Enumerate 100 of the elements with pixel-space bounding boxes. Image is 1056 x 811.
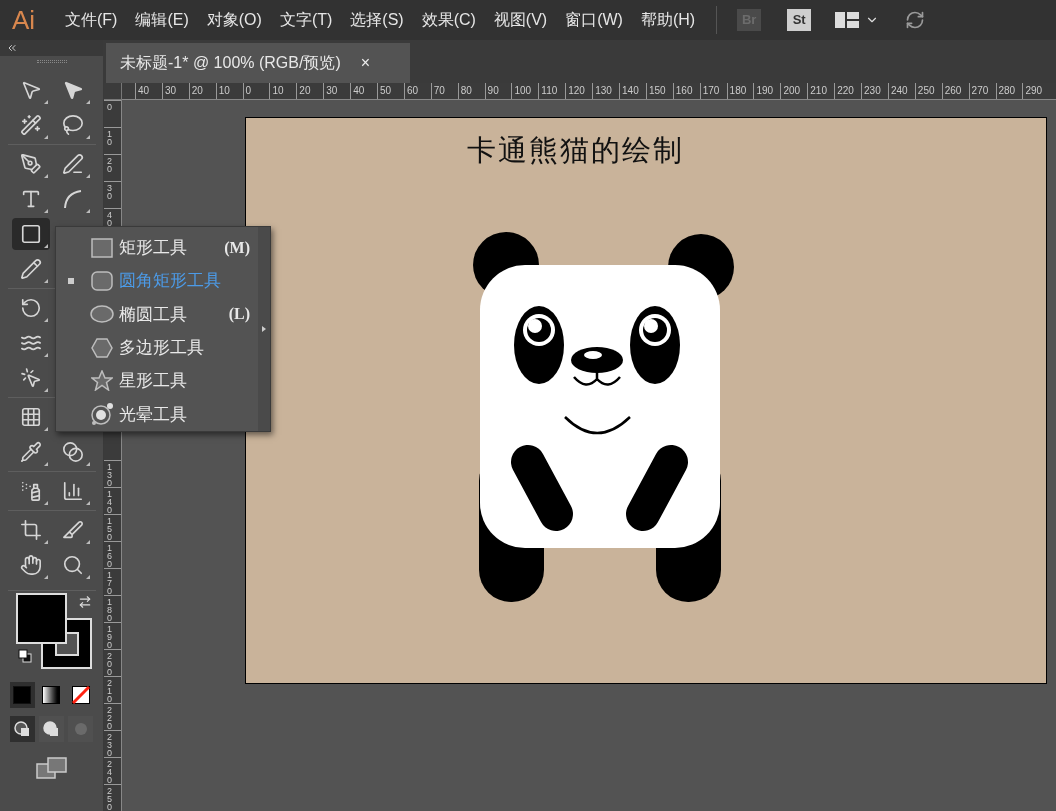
tool-label: 光晕工具: [119, 403, 187, 426]
ellipse-icon: [90, 305, 114, 324]
ruler-label: 220: [107, 706, 112, 730]
search-icon: [61, 554, 84, 576]
pointer-click-icon: [19, 367, 42, 389]
ruler-label: 0: [107, 103, 112, 114]
arrow-icon: [262, 326, 266, 332]
ruler-label: 270: [968, 83, 996, 99]
ruler-label: 190: [753, 83, 781, 99]
ruler-label: 200: [780, 83, 808, 99]
artboard-title: 卡通熊猫的绘制: [467, 136, 685, 165]
pen-icon: [19, 153, 42, 175]
ruler-label: 140: [619, 83, 646, 99]
ruler-label: 180: [726, 83, 754, 99]
shortcut-label: (M): [224, 237, 250, 259]
tool-label: 星形工具: [119, 370, 187, 393]
ruler-label: 240: [887, 83, 915, 99]
ruler-label: 290: [1022, 83, 1050, 99]
ruler-label: 10: [269, 83, 297, 99]
bullet-icon: [67, 278, 74, 284]
fill-stroke-swatches[interactable]: [15, 593, 92, 669]
flyout-item[interactable]: 多边形工具: [56, 331, 258, 365]
ruler-label: 220: [834, 83, 862, 99]
ruler-label: 0: [242, 83, 270, 99]
none-icon: [71, 686, 90, 704]
gradient-icon: [42, 686, 61, 704]
ruler-label: 50: [377, 83, 404, 99]
draw-mode-button[interactable]: [9, 716, 35, 742]
bar-chart-icon: [61, 480, 84, 502]
menu-item[interactable]: 编辑(E): [128, 8, 196, 32]
document-tab[interactable]: 未标题-1* @ 100% (RGB/预览) ×: [106, 43, 410, 83]
arc-icon: [61, 188, 84, 210]
ruler-label: 20: [296, 83, 324, 99]
pencil-icon: [19, 258, 42, 280]
ruler-label: 120: [565, 83, 593, 99]
menu-item[interactable]: 选择(S): [343, 8, 411, 32]
ruler-label: 130: [107, 463, 112, 487]
hand-icon: [19, 554, 42, 576]
draw-mode-button[interactable]: [38, 716, 65, 742]
ruler-label: 20: [188, 83, 216, 99]
swap-icon[interactable]: [77, 595, 92, 609]
tool-label: 圆角矩形工具: [119, 270, 221, 293]
ruler-label: 90: [484, 83, 512, 99]
stock-button[interactable]: St: [787, 9, 812, 31]
star-icon: [91, 370, 113, 392]
tool-label: 矩形工具: [119, 236, 187, 259]
ruler-label: 40: [135, 83, 162, 99]
grip-icon: [36, 60, 67, 63]
menu-item[interactable]: 文件(F): [58, 8, 125, 32]
ruler-label: 60: [403, 83, 431, 99]
ruler-label: 100: [511, 83, 539, 99]
ruler-label: 190: [107, 625, 112, 649]
blend-icon: [61, 441, 84, 463]
document-title: 未标题-1* @ 100% (RGB/预览): [120, 53, 341, 73]
ruler-label: 230: [861, 83, 888, 99]
tool-label: 多边形工具: [119, 336, 204, 359]
ruler-label: 230: [107, 733, 112, 757]
sync-icon: [905, 10, 926, 30]
ruler-label: 240: [107, 760, 112, 784]
ruler-label: 210: [807, 83, 835, 99]
color-mode-button[interactable]: [9, 682, 35, 708]
ruler-label: 260: [941, 83, 969, 99]
ruler-label: 180: [107, 598, 112, 622]
ruler-label: 70: [430, 83, 458, 99]
circle-icon: [72, 721, 89, 737]
ruler-label: 30: [161, 83, 189, 99]
menu-item[interactable]: 文字(T): [272, 8, 340, 32]
close-button[interactable]: ×: [360, 51, 371, 75]
default-colors-icon[interactable]: [17, 649, 32, 663]
screen-mode-icon[interactable]: [35, 756, 68, 780]
collapse-icon: [6, 42, 18, 54]
flyout-item[interactable]: 椭圆工具 (L): [56, 297, 258, 331]
ruler-label: 20: [107, 157, 112, 176]
overlap-shapes-icon: [14, 721, 31, 737]
ruler-label: 80: [457, 83, 485, 99]
ruler-label: 40: [350, 83, 377, 99]
ruler-label: 250: [107, 787, 112, 811]
ruler-label: 110: [538, 83, 566, 99]
layout-icon: [835, 12, 860, 28]
ruler-label: 30: [107, 184, 112, 203]
lens-flare-icon: [90, 402, 114, 427]
flyout-item[interactable]: 光晕工具: [56, 397, 258, 431]
crop-icon: [19, 519, 42, 541]
ruler-label: 170: [699, 83, 727, 99]
menu-item[interactable]: 帮助(H): [633, 8, 703, 32]
solid-color-icon: [13, 686, 32, 704]
menu-item[interactable]: 视图(V): [486, 8, 555, 32]
menu-item[interactable]: 效果(C): [414, 8, 483, 32]
pen-curve-icon: [61, 153, 84, 175]
menu-item[interactable]: 窗口(W): [558, 8, 630, 32]
ruler-label: 210: [107, 679, 112, 703]
flyout-item[interactable]: 星形工具: [56, 364, 258, 398]
flyout-item[interactable]: 矩形工具 (M): [56, 231, 258, 265]
ruler-label: 250: [914, 83, 942, 99]
ruler-label: 200: [107, 652, 112, 676]
tool-button[interactable]: [11, 218, 50, 250]
menu-item[interactable]: 对象(O): [199, 8, 269, 32]
rounded-rectangle-icon: [91, 271, 113, 291]
magic-wand-icon: [19, 114, 42, 136]
ruler-label: 10: [107, 130, 112, 149]
